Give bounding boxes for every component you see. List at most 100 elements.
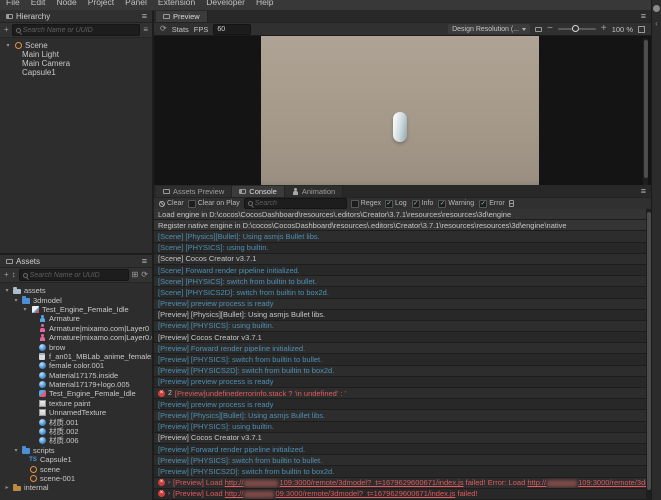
tree-item[interactable]: scene-001 bbox=[0, 474, 152, 483]
console-log-row[interactable]: [Preview] Cocos Creator v3.7.1 bbox=[154, 432, 646, 444]
console-log-list[interactable]: Load engine in D:\cocos\CocosDashboard\r… bbox=[154, 209, 646, 500]
console-menu-icon[interactable]: ≡ bbox=[641, 186, 646, 196]
tree-item[interactable]: texture paint bbox=[0, 399, 152, 408]
preview-menu-icon[interactable]: ≡ bbox=[641, 11, 646, 21]
tab-console[interactable]: Console bbox=[232, 186, 285, 197]
console-log-row[interactable]: [Preview] [Physics][Bullet]: Using asmjs… bbox=[154, 309, 646, 321]
tree-item[interactable]: Capsule1 bbox=[0, 68, 152, 77]
console-log-row[interactable]: [Preview] Cocos Creator v3.7.1 bbox=[154, 332, 646, 344]
create-node-icon[interactable]: + bbox=[4, 26, 9, 34]
log-link[interactable]: http:// bbox=[225, 478, 244, 487]
tree-item[interactable]: f_an01_MBLab_anime_female.003 bbox=[0, 352, 152, 361]
gear-icon[interactable] bbox=[653, 5, 660, 12]
create-asset-icon[interactable]: + bbox=[4, 271, 9, 279]
console-log-row[interactable]: [Preview] [PHYSICS2D]: switch from built… bbox=[154, 466, 646, 478]
expand-arrow-icon[interactable]: ▾ bbox=[22, 306, 28, 313]
expand-arrow-icon[interactable]: ▾ bbox=[4, 287, 10, 294]
log-link[interactable]: 109:3000/remote/3dmodel?_t=1679629600671… bbox=[279, 478, 463, 487]
tree-item[interactable]: ▾ 3dmodel bbox=[0, 295, 152, 305]
console-log-row[interactable]: [Scene] Cocos Creator v3.7.1 bbox=[154, 253, 646, 265]
hierarchy-menu-icon[interactable]: ≡ bbox=[142, 11, 147, 21]
expand-arrow-icon[interactable]: ▾ bbox=[13, 447, 19, 454]
tree-item[interactable]: Main Light bbox=[0, 50, 152, 59]
tree-item[interactable]: Material17175.inside bbox=[0, 371, 152, 380]
menu-item-panel[interactable]: Panel bbox=[125, 0, 147, 7]
fullscreen-icon[interactable] bbox=[638, 25, 645, 33]
console-search-input[interactable] bbox=[254, 200, 343, 207]
console-log-row[interactable]: Load engine in D:\cocos\CocosDashboard\r… bbox=[154, 209, 646, 221]
console-log-row[interactable]: [Preview] preview process is ready bbox=[154, 399, 646, 411]
console-log-row[interactable]: ›[Preview] Load http://09:3000/remote/3d… bbox=[154, 488, 646, 500]
console-log-row[interactable]: [Preview] [Physics][Bullet]: Using asmjs… bbox=[154, 410, 646, 422]
menu-item-file[interactable]: File bbox=[6, 0, 20, 7]
menu-item-help[interactable]: Help bbox=[256, 0, 273, 7]
console-log-row[interactable]: [Scene] [PHYSICS2D]: switch from builtin… bbox=[154, 287, 646, 299]
console-log-row[interactable]: [Preview] Forward render pipeline initia… bbox=[154, 343, 646, 355]
menu-item-edit[interactable]: Edit bbox=[31, 0, 46, 7]
menu-item-project[interactable]: Project bbox=[88, 0, 114, 7]
tree-item[interactable]: Test_Engine_Female_Idle bbox=[0, 389, 152, 398]
console-log-row[interactable]: [Preview] preview process is ready bbox=[154, 376, 646, 388]
menu-item-extension[interactable]: Extension bbox=[158, 0, 195, 7]
tab-preview[interactable]: Preview bbox=[156, 11, 208, 22]
tree-item[interactable]: brow bbox=[0, 342, 152, 352]
tab-assets-preview[interactable]: Assets Preview bbox=[156, 186, 233, 197]
tree-item[interactable]: ▾ Scene bbox=[0, 41, 152, 50]
console-log-row[interactable]: Register native engine in D:\cocos\Cocos… bbox=[154, 220, 646, 232]
log-filter-checkbox[interactable]: Log bbox=[385, 199, 407, 208]
regex-checkbox[interactable]: Regex bbox=[350, 199, 381, 208]
menu-item-node[interactable]: Node bbox=[56, 0, 76, 7]
console-log-row[interactable]: [Preview] [PHYSICS]: switch from builtin… bbox=[154, 455, 646, 467]
console-log-row[interactable]: [Preview] preview process is ready bbox=[154, 298, 646, 310]
assets-search[interactable] bbox=[18, 269, 129, 281]
menu-item-developer[interactable]: Developer bbox=[206, 0, 245, 7]
hierarchy-search[interactable] bbox=[11, 24, 141, 36]
preview-refresh-icon[interactable]: ⟳ bbox=[160, 25, 167, 33]
tree-item[interactable]: female color.001 bbox=[0, 361, 152, 370]
console-log-row[interactable]: 2[Preview]undefinederrorinfo.stack ? 'in… bbox=[154, 388, 646, 400]
error-filter-checkbox[interactable]: Error bbox=[479, 199, 505, 208]
expand-arrow-icon[interactable]: ▾ bbox=[13, 297, 19, 304]
assets-refresh-icon[interactable]: ⟳ bbox=[141, 271, 148, 279]
hierarchy-list-icon[interactable]: ≡ bbox=[143, 26, 148, 34]
collapse-arrow-icon[interactable]: ▸ bbox=[4, 484, 10, 491]
assets-search-input[interactable] bbox=[29, 271, 125, 279]
log-link[interactable]: http:// bbox=[225, 489, 244, 498]
tree-item[interactable]: Capsule1 bbox=[0, 455, 152, 464]
fps-input[interactable] bbox=[213, 23, 252, 35]
console-log-row[interactable]: [Preview] [PHYSICS2D]: switch from built… bbox=[154, 365, 646, 377]
log-link[interactable]: 09:3000/remote/3dmodel?_t=1679629600671/… bbox=[275, 489, 455, 498]
warning-filter-checkbox[interactable]: Warning bbox=[438, 199, 474, 208]
console-log-row[interactable]: ›[Preview] Load http://109:3000/remote/3… bbox=[154, 477, 646, 489]
tree-item[interactable]: ▾ scripts bbox=[0, 446, 152, 455]
clear-on-play-checkbox[interactable]: Clear on Play bbox=[187, 199, 240, 208]
log-link[interactable]: http:// bbox=[527, 478, 546, 487]
sort-assets-icon[interactable]: ↕ bbox=[12, 271, 16, 279]
clear-button[interactable]: Clear bbox=[159, 200, 184, 207]
zoom-slider[interactable] bbox=[557, 25, 596, 32]
zoom-in-icon[interactable]: + bbox=[601, 24, 607, 34]
tree-item[interactable]: Armature|mixamo.com|Layer0 bbox=[0, 324, 152, 333]
assets-menu-icon[interactable]: ≡ bbox=[142, 256, 147, 266]
tree-item[interactable]: scene bbox=[0, 464, 152, 474]
preview-viewport[interactable] bbox=[154, 36, 651, 185]
expand-arrow-icon[interactable]: › bbox=[168, 480, 170, 486]
tree-item[interactable]: ▸ internal bbox=[0, 483, 152, 492]
chevron-left-icon[interactable]: ‹ bbox=[655, 20, 658, 28]
console-log-row[interactable]: [Preview] Forward render pipeline initia… bbox=[154, 443, 646, 456]
tree-item[interactable]: Material17179+logo.005 bbox=[0, 380, 152, 389]
rotate-device-icon[interactable] bbox=[535, 26, 543, 32]
expand-arrow-icon[interactable]: › bbox=[168, 491, 170, 497]
console-log-row[interactable]: [Preview] [PHYSICS]: using builtin. bbox=[154, 320, 646, 333]
zoom-slider-knob[interactable] bbox=[571, 25, 579, 32]
game-canvas[interactable] bbox=[261, 36, 539, 185]
export-log-icon[interactable] bbox=[508, 200, 514, 207]
console-log-row[interactable]: [Scene] [PHYSICS]: using builtin. bbox=[154, 242, 646, 254]
log-link[interactable]: 109:3000/remote/3dmodel?_t=1679629600671… bbox=[578, 478, 646, 487]
tree-item[interactable]: 材质.006 bbox=[0, 436, 152, 445]
zoom-out-icon[interactable]: − bbox=[547, 24, 553, 34]
tree-item[interactable]: ▾ assets bbox=[0, 286, 152, 295]
expand-arrow-icon[interactable]: ▾ bbox=[5, 42, 11, 49]
console-log-row[interactable]: [Scene] [Physics][Bullet]: Using asmjs B… bbox=[154, 231, 646, 243]
design-resolution-dropdown[interactable]: Design Resolution (... bbox=[448, 24, 531, 34]
